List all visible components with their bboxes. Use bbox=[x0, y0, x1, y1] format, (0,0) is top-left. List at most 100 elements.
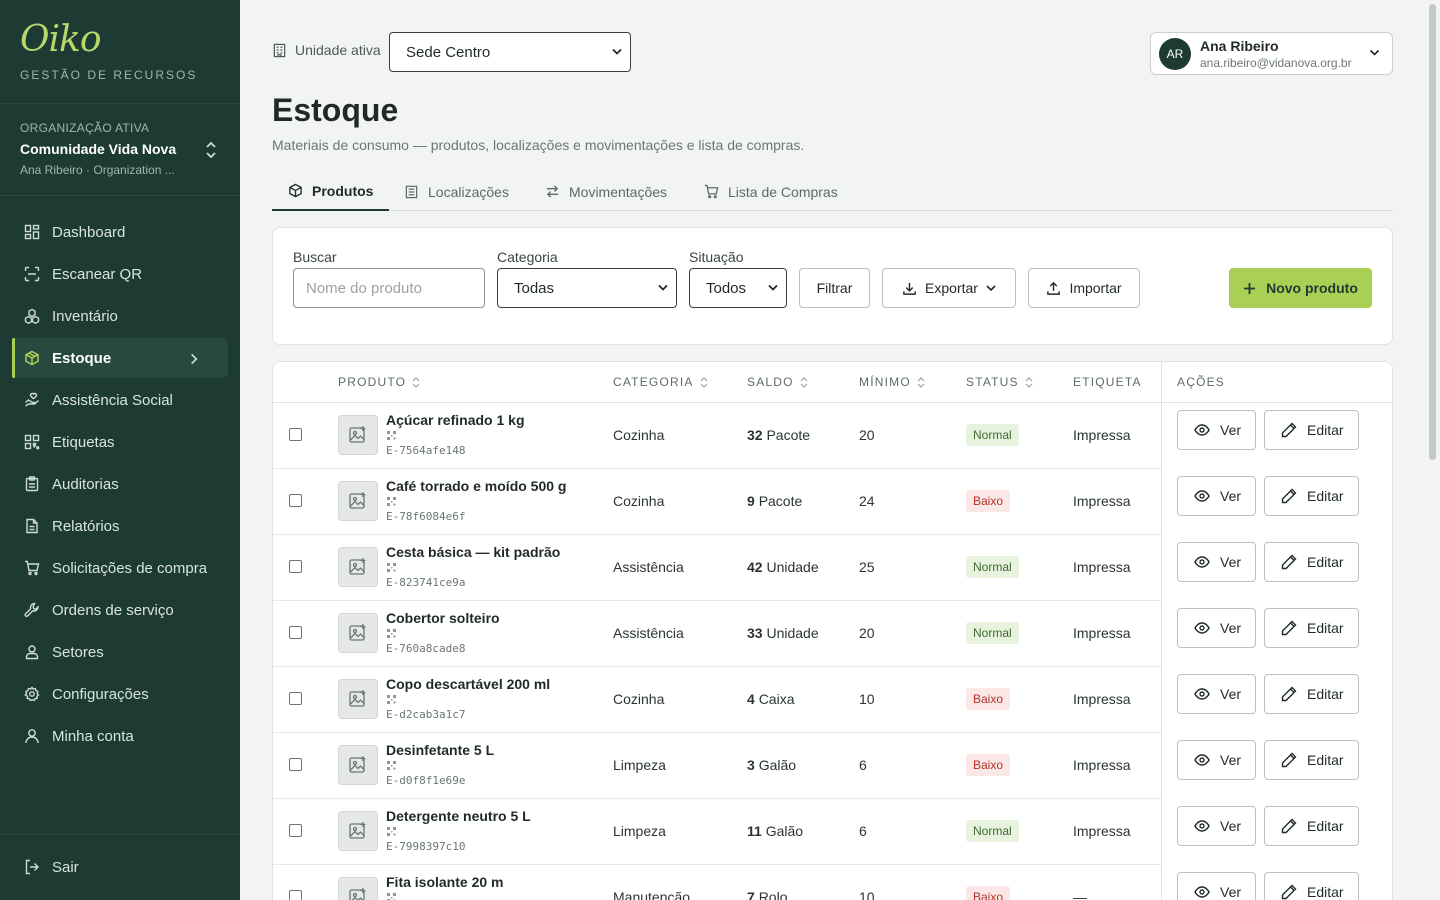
edit-button-label: Editar bbox=[1307, 752, 1344, 768]
status-select[interactable]: Todos bbox=[689, 268, 787, 308]
chevron-down-icon bbox=[768, 284, 778, 291]
product-name[interactable]: Cesta básica — kit padrão bbox=[386, 544, 560, 560]
sidebar-item-configuracoes[interactable]: Configurações bbox=[12, 674, 228, 714]
category-select[interactable]: Todas bbox=[497, 268, 677, 308]
import-button[interactable]: Importar bbox=[1028, 268, 1140, 308]
edit-button[interactable]: Editar bbox=[1264, 608, 1359, 648]
view-button[interactable]: Ver bbox=[1177, 740, 1256, 780]
sidebar-item-ordens-de-servico[interactable]: Ordens de serviço bbox=[12, 590, 228, 630]
tab-lista-de-compras[interactable]: Lista de Compras bbox=[688, 172, 854, 211]
view-button[interactable]: Ver bbox=[1177, 872, 1256, 900]
product-name[interactable]: Detergente neutro 5 L bbox=[386, 808, 531, 824]
row-checkbox[interactable] bbox=[289, 494, 302, 507]
sidebar-item-relatorios[interactable]: Relatórios bbox=[12, 506, 228, 546]
view-button[interactable]: Ver bbox=[1177, 410, 1256, 450]
product-category: Cozinha bbox=[613, 427, 665, 443]
edit-button[interactable]: Editar bbox=[1264, 806, 1359, 846]
edit-button[interactable]: Editar bbox=[1264, 410, 1359, 450]
label-status: Impressa bbox=[1073, 691, 1131, 707]
view-button-label: Ver bbox=[1220, 620, 1242, 636]
filter-button-label: Filtrar bbox=[816, 280, 853, 296]
actions-row: Ver Editar bbox=[1162, 402, 1392, 468]
product-name[interactable]: Cobertor solteiro bbox=[386, 610, 500, 626]
export-button[interactable]: Exportar bbox=[882, 268, 1016, 308]
row-checkbox[interactable] bbox=[289, 692, 302, 705]
chevron-down-icon bbox=[658, 284, 668, 291]
product-name[interactable]: Café torrado e moído 500 g bbox=[386, 478, 566, 494]
row-checkbox[interactable] bbox=[289, 428, 302, 441]
tab-movimentacoes[interactable]: Movimentações bbox=[529, 172, 683, 211]
chevron-down-icon bbox=[612, 48, 622, 55]
label-status: Impressa bbox=[1073, 427, 1131, 443]
gear-icon bbox=[24, 686, 40, 702]
product-minimum: 24 bbox=[859, 493, 875, 509]
header-status[interactable]: STATUS bbox=[966, 375, 1033, 389]
sidebar-item-etiquetas[interactable]: Etiquetas bbox=[12, 422, 228, 462]
category-label: Categoria bbox=[497, 249, 558, 265]
status-badge: Baixo bbox=[966, 688, 1011, 710]
sidebar-item-label: Solicitações de compra bbox=[52, 559, 208, 577]
sidebar-item-minha-conta[interactable]: Minha conta bbox=[12, 716, 228, 756]
header-minimo[interactable]: MÍNIMO bbox=[859, 375, 925, 389]
product-name[interactable]: Açúcar refinado 1 kg bbox=[386, 412, 525, 428]
tab-produtos[interactable]: Produtos bbox=[272, 172, 390, 211]
unit-select[interactable]: Sede Centro bbox=[389, 32, 631, 72]
edit-button-label: Editar bbox=[1307, 488, 1344, 504]
eye-icon bbox=[1194, 490, 1210, 502]
pencil-icon bbox=[1281, 752, 1297, 768]
header-saldo[interactable]: SALDO bbox=[747, 375, 808, 389]
sidebar-item-solicitacoes-de-compra[interactable]: Solicitações de compra bbox=[12, 548, 228, 588]
page-scrollbar[interactable] bbox=[1425, 0, 1440, 900]
scan-icon bbox=[24, 266, 40, 282]
search-input[interactable]: Nome do produto bbox=[293, 268, 485, 308]
product-code: E-7564afe148 bbox=[386, 444, 466, 457]
view-button[interactable]: Ver bbox=[1177, 608, 1256, 648]
tab-localizacoes[interactable]: Localizações bbox=[388, 172, 525, 211]
sidebar-item-label: Estoque bbox=[52, 349, 112, 367]
pencil-icon bbox=[1281, 818, 1297, 834]
header-categoria[interactable]: CATEGORIA bbox=[613, 375, 708, 389]
edit-button[interactable]: Editar bbox=[1264, 542, 1359, 582]
edit-button[interactable]: Editar bbox=[1264, 740, 1359, 780]
filter-button[interactable]: Filtrar bbox=[799, 268, 870, 308]
product-thumbnail bbox=[338, 679, 378, 719]
brand-subtitle: GESTÃO DE RECURSOS bbox=[20, 68, 198, 82]
view-button[interactable]: Ver bbox=[1177, 806, 1256, 846]
edit-button[interactable]: Editar bbox=[1264, 476, 1359, 516]
sidebar-item-setores[interactable]: Setores bbox=[12, 632, 228, 672]
edit-button[interactable]: Editar bbox=[1264, 872, 1359, 900]
view-button[interactable]: Ver bbox=[1177, 674, 1256, 714]
sidebar-item-dashboard[interactable]: Dashboard bbox=[12, 212, 228, 252]
balance-unit: Unidade bbox=[766, 625, 819, 641]
edit-button[interactable]: Editar bbox=[1264, 674, 1359, 714]
new-product-button[interactable]: Novo produto bbox=[1229, 268, 1372, 308]
product-balance: 3 Galão bbox=[747, 757, 796, 773]
row-checkbox[interactable] bbox=[289, 560, 302, 573]
view-button[interactable]: Ver bbox=[1177, 476, 1256, 516]
row-checkbox[interactable] bbox=[289, 824, 302, 837]
logout-button[interactable]: Sair bbox=[12, 847, 228, 887]
header-produto[interactable]: PRODUTO bbox=[338, 375, 420, 389]
row-checkbox[interactable] bbox=[289, 758, 302, 771]
sidebar-item-auditorias[interactable]: Auditorias bbox=[12, 464, 228, 504]
product-name[interactable]: Fita isolante 20 m bbox=[386, 874, 503, 890]
sidebar-item-inventario[interactable]: Inventário bbox=[12, 296, 228, 336]
qr-icon bbox=[387, 827, 396, 836]
row-checkbox[interactable] bbox=[289, 890, 302, 900]
org-switcher[interactable]: ORGANIZAÇÃO ATIVA Comunidade Vida Nova A… bbox=[0, 104, 240, 196]
chevron-up-down-icon[interactable] bbox=[204, 140, 218, 160]
view-button[interactable]: Ver bbox=[1177, 542, 1256, 582]
product-name[interactable]: Copo descartável 200 ml bbox=[386, 676, 550, 692]
sidebar-item-estoque[interactable]: Estoque bbox=[12, 338, 228, 378]
actions-row: Ver Editar bbox=[1162, 534, 1392, 600]
hand-heart-icon bbox=[25, 392, 39, 407]
status-badge: Normal bbox=[966, 556, 1019, 578]
product-name[interactable]: Desinfetante 5 L bbox=[386, 742, 494, 758]
sidebar-item-escanear-qr[interactable]: Escanear QR bbox=[12, 254, 228, 294]
scrollbar-thumb[interactable] bbox=[1429, 4, 1436, 460]
logo[interactable]: Oiko bbox=[20, 22, 220, 58]
balance-qty: 4 bbox=[747, 691, 755, 707]
row-checkbox[interactable] bbox=[289, 626, 302, 639]
user-menu[interactable]: AR Ana Ribeiro ana.ribeiro@vidanova.org.… bbox=[1150, 32, 1393, 75]
sidebar-item-assistencia-social[interactable]: Assistência Social bbox=[12, 380, 228, 420]
